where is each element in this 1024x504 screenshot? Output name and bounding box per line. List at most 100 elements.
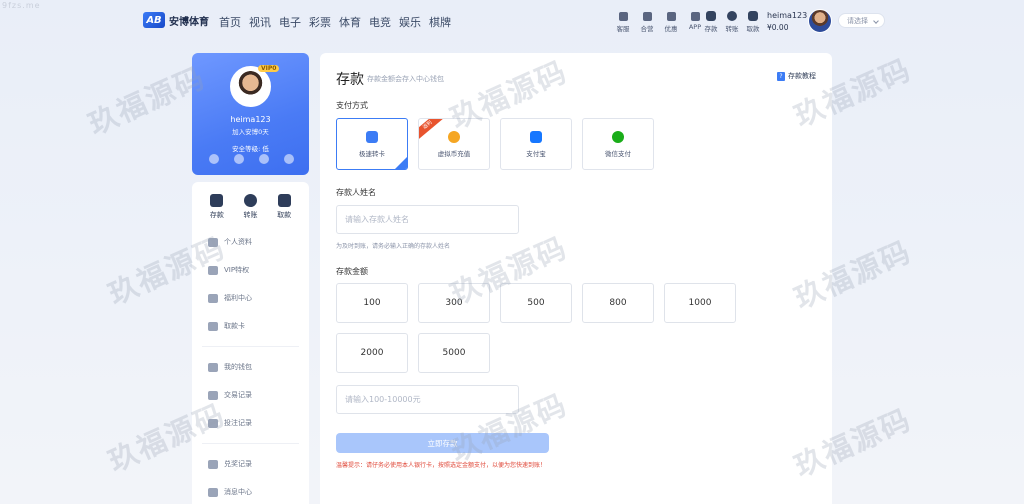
card-icon <box>208 321 218 331</box>
sidebar-item-welfare[interactable]: 福利中心 <box>192 284 309 312</box>
logo-text: 安博体育 <box>169 16 209 28</box>
customer-service-icon <box>618 12 628 21</box>
email-verify-icon[interactable] <box>234 154 244 164</box>
sidebar-transfer-button[interactable]: 转账 <box>243 194 257 220</box>
transaction-icon <box>208 390 218 400</box>
submit-deposit-button[interactable]: 立即存款 <box>336 433 549 453</box>
transfer-icon <box>727 11 737 21</box>
sidebar-menu: 个人资料 VIP特权 福利中心 取款卡 我的钱包 交易记录 投注记录 兑奖记录 … <box>192 228 309 504</box>
depositor-name-input[interactable]: 请输入存款人姓名 <box>336 205 519 234</box>
deposit-panel: 存款 存款金额会存入中心钱包 ? 存款教程 支付方式 极速转卡 返利 虚拟币充值 … <box>320 53 832 504</box>
header-tools: 客服 合营 优惠 APP <box>614 12 704 33</box>
nav-cards[interactable]: 棋牌 <box>429 14 451 30</box>
bitcoin-icon <box>448 130 460 143</box>
alipay-icon <box>530 130 542 143</box>
withdraw-icon <box>277 194 291 207</box>
sidebar-item-profile[interactable]: 个人资料 <box>192 228 309 256</box>
tool-agency[interactable]: 合营 <box>638 12 656 33</box>
payment-option-wechat[interactable]: 微信支付 <box>582 118 654 170</box>
sidebar-divider <box>202 443 299 444</box>
logo-icon: AB <box>143 12 165 28</box>
gift-icon <box>208 293 218 303</box>
amount-options: 100 300 500 800 1000 2000 5000 <box>336 283 816 373</box>
selected-check-icon <box>395 157 407 169</box>
profile-verification-icons <box>209 154 294 164</box>
amount-input[interactable]: 请输入100-10000元 <box>336 385 519 414</box>
gift-icon <box>666 12 676 21</box>
user-icon <box>208 237 218 247</box>
header-username: heima123 <box>767 11 808 20</box>
page-title: 存款 <box>336 72 364 88</box>
deposit-amount-label: 存款金额 <box>336 267 368 276</box>
nav-slots[interactable]: 电子 <box>279 14 301 30</box>
sidebar-item-messages[interactable]: 消息中心 <box>192 478 309 504</box>
header-balance: ¥0.00 <box>767 23 789 32</box>
header-deposit-button[interactable]: 存款 <box>703 11 719 33</box>
exchange-icon <box>208 459 218 469</box>
rebate-badge: 返利 <box>419 119 444 140</box>
vip-badge: VIP0 <box>258 65 280 72</box>
language-select[interactable]: 请选择 <box>838 13 885 28</box>
sidebar-item-bets[interactable]: 投注记录 <box>192 409 309 437</box>
amount-option-800[interactable]: 800 <box>582 283 654 323</box>
agency-icon <box>642 12 652 21</box>
payment-method-label: 支付方式 <box>336 101 368 110</box>
profile-avatar <box>230 66 271 107</box>
logo[interactable]: AB 安博体育 <box>143 12 209 28</box>
payment-option-fast-card[interactable]: 极速转卡 <box>336 118 408 170</box>
sidebar-quick-actions: 存款 转账 取款 <box>192 182 309 220</box>
deposit-icon <box>706 11 716 21</box>
bet-icon <box>208 418 218 428</box>
depositor-name-hint: 为及时到账，请务必输入正确的存款人姓名 <box>336 243 451 250</box>
amount-option-300[interactable]: 300 <box>418 283 490 323</box>
amount-option-500[interactable]: 500 <box>500 283 572 323</box>
deposit-tutorial-link[interactable]: ? 存款教程 <box>777 71 816 81</box>
main-nav: 首页 视讯 电子 彩票 体育 电竞 娱乐 棋牌 <box>219 14 451 30</box>
phone-verify-icon[interactable] <box>209 154 219 164</box>
profile-joined-days: 加入安博0天 <box>232 128 269 136</box>
phone-icon <box>690 12 700 21</box>
wallet-icon <box>208 362 218 372</box>
nav-lottery[interactable]: 彩票 <box>309 14 331 30</box>
card-verify-icon[interactable] <box>284 154 294 164</box>
amount-option-1000[interactable]: 1000 <box>664 283 736 323</box>
diamond-icon <box>208 265 218 275</box>
sidebar-item-withdraw-card[interactable]: 取款卡 <box>192 312 309 340</box>
amount-option-2000[interactable]: 2000 <box>336 333 408 373</box>
deposit-icon <box>210 194 224 207</box>
header-user-info[interactable]: heima123 ¥0.00 <box>767 11 807 32</box>
payment-option-alipay[interactable]: 支付宝 <box>500 118 572 170</box>
nav-live[interactable]: 视讯 <box>249 14 271 30</box>
amount-option-100[interactable]: 100 <box>336 283 408 323</box>
identity-verify-icon[interactable] <box>259 154 269 164</box>
profile-username: heima123 <box>230 115 271 124</box>
payment-option-crypto[interactable]: 返利 虚拟币充值 <box>418 118 490 170</box>
header-wallet-tools: 存款 转账 取款 <box>703 11 761 33</box>
sidebar-item-transactions[interactable]: 交易记录 <box>192 381 309 409</box>
nav-esports[interactable]: 电竞 <box>369 14 391 30</box>
nav-sports[interactable]: 体育 <box>339 14 361 30</box>
page-subtitle: 存款金额会存入中心钱包 <box>367 75 444 83</box>
header-withdraw-button[interactable]: 取款 <box>745 11 761 33</box>
profile-safety-level: 安全等级: 低 <box>232 145 269 153</box>
sidebar-item-wallet[interactable]: 我的钱包 <box>192 353 309 381</box>
wechat-pay-icon <box>612 130 624 143</box>
header: AB 安博体育 首页 视讯 电子 彩票 体育 电竞 娱乐 棋牌 客服 合营 优惠… <box>0 0 1024 42</box>
help-icon: ? <box>777 71 785 81</box>
header-avatar[interactable] <box>808 9 832 33</box>
tool-customer-service[interactable]: 客服 <box>614 12 632 33</box>
tool-promotions[interactable]: 优惠 <box>662 12 680 33</box>
sidebar: 存款 转账 取款 个人资料 VIP特权 福利中心 取款卡 我的钱包 交易记录 投… <box>192 182 309 504</box>
sidebar-item-vip[interactable]: VIP特权 <box>192 256 309 284</box>
amount-option-5000[interactable]: 5000 <box>418 333 490 373</box>
nav-home[interactable]: 首页 <box>219 14 241 30</box>
payment-methods: 极速转卡 返利 虚拟币充值 支付宝 微信支付 <box>336 118 654 170</box>
profile-card: VIP0 heima123 加入安博0天 安全等级: 低 <box>192 53 309 175</box>
nav-entertainment[interactable]: 娱乐 <box>399 14 421 30</box>
sidebar-deposit-button[interactable]: 存款 <box>210 194 224 220</box>
sidebar-item-redemptions[interactable]: 兑奖记录 <box>192 450 309 478</box>
withdraw-icon <box>748 11 758 21</box>
tool-app[interactable]: APP <box>686 12 704 33</box>
header-transfer-button[interactable]: 转账 <box>724 11 740 33</box>
sidebar-withdraw-button[interactable]: 取款 <box>277 194 291 220</box>
